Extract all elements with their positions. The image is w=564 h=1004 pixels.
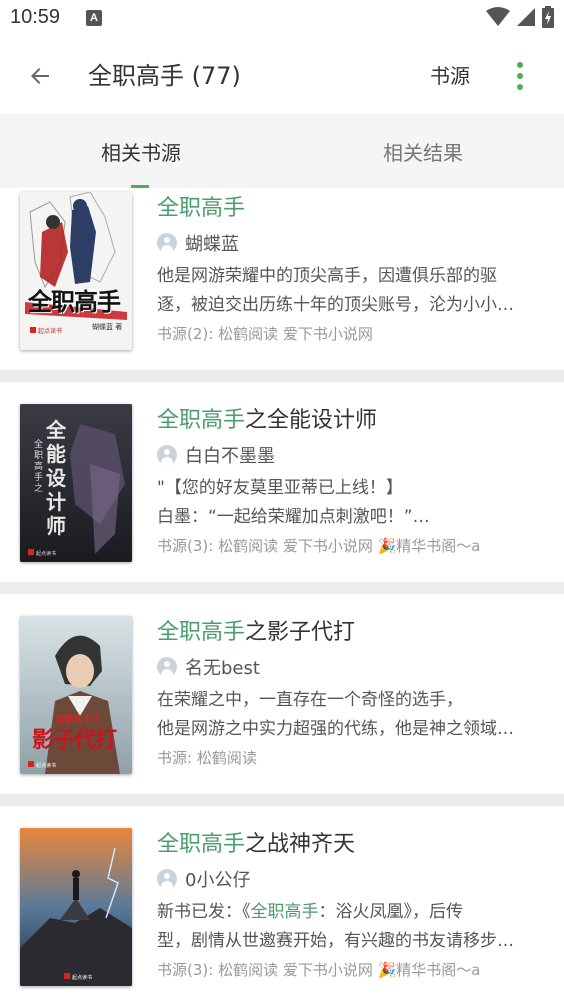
author-icon xyxy=(157,445,177,465)
book-origin: 书源: 松鹤阅读 xyxy=(157,749,257,767)
cover-author: 蝴蝶蓝 著 xyxy=(92,322,122,331)
status-bar: 10:59 A xyxy=(0,0,564,38)
book-title: 全职高手之战神齐天 xyxy=(157,832,356,857)
book-source-button[interactable]: 书源 xyxy=(430,60,470,92)
cover-badge: 起点读书 xyxy=(36,550,56,557)
author-icon xyxy=(157,233,177,253)
book-origin: 书源(3): 松鹤阅读 爱下书小说网 🎉精华书阁〜a xyxy=(157,961,481,979)
book-title: 全职高手之影子代打 xyxy=(157,620,356,645)
battery-icon xyxy=(542,6,554,28)
status-time: 10:59 xyxy=(10,6,61,28)
author-icon xyxy=(157,657,177,677)
tab-related-sources[interactable]: 相关书源 xyxy=(0,114,282,188)
list-item[interactable]: 起点读书 全职高手之 全能设计师 全职高手之全能设计师 白白不墨墨 "【您的好友… xyxy=(0,382,564,582)
cover-badge: 起点读书 xyxy=(36,762,56,769)
cover-title: 影子代打 xyxy=(32,728,117,753)
cover-art: 起点读书 xyxy=(20,828,132,986)
list-item[interactable]: 起点读书 全职高手之 影子代打 全职高手之影子代打 名无best 在荣耀之中，一… xyxy=(0,594,564,794)
author-icon xyxy=(157,869,177,889)
book-cover: 起点读书 蝴蝶蓝 著 全职高手 xyxy=(20,192,132,350)
app-bar: 全职高手 (77) 书源 xyxy=(0,38,564,114)
book-intro: 在荣耀之中，一直存在一个奇怪的选手， 他是网游之中实力超强的代练，他是神之领域… xyxy=(157,690,514,739)
book-origin: 书源(3): 松鹤阅读 爱下书小说网 🎉精华书阁〜a xyxy=(157,537,481,555)
cover-badge: 起点读书 xyxy=(72,974,92,981)
signal-icon xyxy=(517,8,535,26)
list-divider xyxy=(0,582,564,594)
cover-badge: 起点读书 xyxy=(38,327,62,335)
list-divider xyxy=(0,794,564,806)
book-cover: 起点读书 xyxy=(20,828,132,986)
book-intro: "【您的好友莫里亚蒂已上线！】 白墨：“一起给荣耀加点刺激吧！”… xyxy=(157,478,430,527)
list-item[interactable]: 起点读书 蝴蝶蓝 著 全职高手 全职高手 蝴蝶蓝 他是网游荣耀中的顶尖高手，因遭… xyxy=(0,188,564,370)
page-title: 全职高手 (77) xyxy=(88,62,241,90)
book-author: 白白不墨墨 xyxy=(157,442,275,468)
arrow-left-icon xyxy=(31,68,49,84)
cover-art: 起点读书 蝴蝶蓝 著 xyxy=(20,192,132,350)
list-item[interactable]: 起点读书 全职高手之战神齐天 0小公仔 新书已发：《全职高手：浴火凤凰》，后传 … xyxy=(0,806,564,1004)
book-cover: 起点读书 全职高手之 全能设计师 xyxy=(20,404,132,562)
book-intro: 他是网游荣耀中的顶尖高手，因遭俱乐部的驱 逐，被迫交出历练十年的顶尖账号，沦为小… xyxy=(157,266,514,315)
cover-title: 全能设计师 xyxy=(46,418,66,538)
book-origin: 书源(2): 松鹤阅读 爱下书小说网 xyxy=(157,325,373,343)
cover-title: 全职高手 xyxy=(28,288,121,316)
book-author: 蝴蝶蓝 xyxy=(157,230,239,256)
book-list[interactable]: 起点读书 蝴蝶蓝 著 全职高手 全职高手 蝴蝶蓝 他是网游荣耀中的顶尖高手，因遭… xyxy=(0,188,564,1004)
back-button[interactable] xyxy=(22,58,58,94)
more-options-icon[interactable] xyxy=(508,58,532,94)
book-title: 全职高手 xyxy=(157,196,246,221)
cover-subtitle: 全职高手之 xyxy=(34,440,44,494)
status-icons xyxy=(486,6,554,28)
tab-related-results[interactable]: 相关结果 xyxy=(282,114,564,188)
notification-icon: A xyxy=(86,10,102,26)
wifi-icon xyxy=(486,7,510,26)
book-intro: 新书已发：《全职高手：浴火凤凰》，后传 型，剧情从世邀赛开始，有兴趣的书友请移步… xyxy=(157,902,514,951)
tab-bar: 相关书源 相关结果 xyxy=(0,114,564,188)
list-divider xyxy=(0,370,564,382)
book-author: 0小公仔 xyxy=(157,866,250,892)
book-title: 全职高手之全能设计师 xyxy=(157,408,378,433)
book-cover: 起点读书 全职高手之 影子代打 xyxy=(20,616,132,774)
book-author: 名无best xyxy=(157,654,260,680)
